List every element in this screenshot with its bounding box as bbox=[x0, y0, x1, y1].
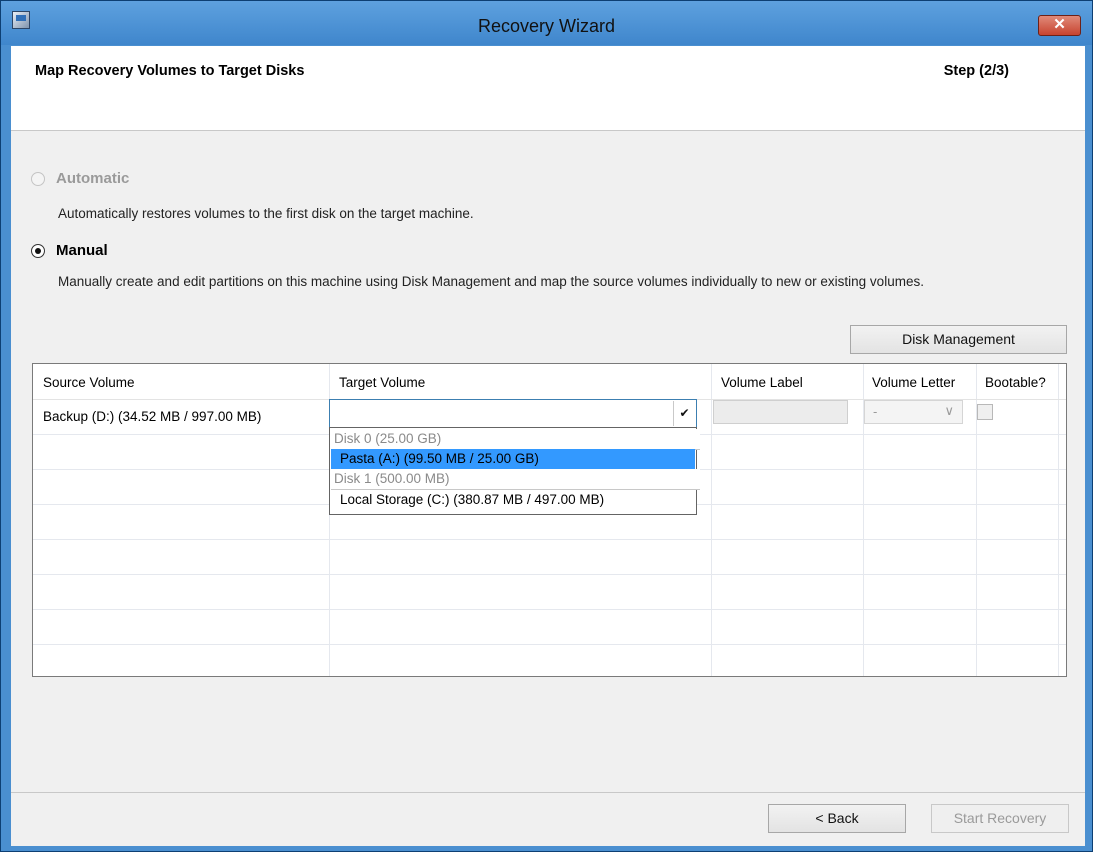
column-header-bootable[interactable]: Bootable? bbox=[985, 375, 1046, 390]
volume-letter-value: - bbox=[873, 404, 878, 419]
chevron-down-icon[interactable]: ✔ bbox=[673, 401, 695, 426]
bootable-checkbox[interactable] bbox=[977, 404, 993, 420]
target-volume-combobox[interactable]: ✔ bbox=[329, 399, 697, 428]
column-header-volume-letter[interactable]: Volume Letter bbox=[872, 375, 955, 390]
column-header-target-volume[interactable]: Target Volume bbox=[339, 375, 425, 390]
step-indicator: Step (2/3) bbox=[943, 63, 1009, 79]
close-button[interactable]: ✕ bbox=[1038, 15, 1081, 36]
automatic-option[interactable]: Automatic bbox=[31, 170, 129, 187]
grid-row-divider bbox=[33, 539, 1066, 540]
wizard-content: Map Recovery Volumes to Target Disks Ste… bbox=[11, 46, 1085, 846]
volume-label-field[interactable] bbox=[713, 400, 848, 424]
target-volume-dropdown-list: Disk 0 (25.00 GB) Pasta (A:) (99.50 MB /… bbox=[329, 427, 700, 515]
chevron-down-icon: ∨ bbox=[944, 403, 954, 418]
column-header-source-volume[interactable]: Source Volume bbox=[43, 375, 135, 390]
grid-column-divider bbox=[1058, 364, 1059, 676]
manual-label: Manual bbox=[56, 242, 108, 259]
recovery-wizard-window: Recovery Wizard ✕ Map Recovery Volumes t… bbox=[0, 0, 1093, 852]
title-bar[interactable]: Recovery Wizard ✕ bbox=[1, 1, 1092, 45]
volume-letter-select[interactable]: - ∨ bbox=[864, 400, 963, 424]
window-title: Recovery Wizard bbox=[477, 16, 616, 36]
manual-option[interactable]: Manual bbox=[31, 242, 108, 259]
wizard-header: Map Recovery Volumes to Target Disks Ste… bbox=[11, 46, 1085, 131]
footer-divider bbox=[11, 792, 1085, 793]
close-icon: ✕ bbox=[1053, 16, 1066, 33]
manual-description: Manually create and edit partitions on t… bbox=[58, 274, 924, 289]
dropdown-option-local-storage[interactable]: Local Storage (C:) (380.87 MB / 497.00 M… bbox=[331, 490, 695, 510]
dropdown-disk-header: Disk 0 (25.00 GB) bbox=[331, 429, 700, 450]
grid-row-divider bbox=[33, 574, 1066, 575]
automatic-radio[interactable] bbox=[31, 171, 45, 186]
automatic-label: Automatic bbox=[56, 170, 130, 187]
start-recovery-button[interactable]: Start Recovery bbox=[931, 804, 1069, 833]
disk-management-button[interactable]: Disk Management bbox=[850, 325, 1067, 354]
page-title: Map Recovery Volumes to Target Disks bbox=[35, 63, 305, 79]
grid-header: Source Volume Target Volume Volume Label… bbox=[33, 364, 1066, 400]
automatic-description: Automatically restores volumes to the fi… bbox=[58, 206, 474, 221]
dropdown-option-pasta[interactable]: Pasta (A:) (99.50 MB / 25.00 GB) bbox=[331, 449, 695, 469]
back-button[interactable]: < Back bbox=[768, 804, 906, 833]
grid-row-divider bbox=[33, 609, 1066, 610]
grid-row-divider bbox=[33, 644, 1066, 645]
volume-mapping-grid: Source Volume Target Volume Volume Label… bbox=[32, 363, 1067, 677]
source-volume-cell[interactable]: Backup (D:) (34.52 MB / 997.00 MB) bbox=[43, 409, 261, 424]
grid-column-divider bbox=[711, 364, 712, 676]
column-header-volume-label[interactable]: Volume Label bbox=[721, 375, 803, 390]
manual-radio[interactable] bbox=[31, 243, 45, 258]
dropdown-disk-header: Disk 1 (500.00 MB) bbox=[331, 469, 700, 490]
